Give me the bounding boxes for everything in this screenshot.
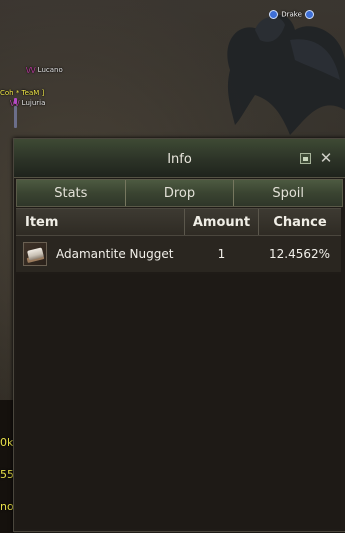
nameplate-lujuria-label: Lujuria bbox=[21, 99, 46, 107]
tab-stats[interactable]: Stats bbox=[17, 180, 125, 206]
nameplate-drake[interactable]: Drake bbox=[268, 10, 315, 20]
table-header: Item Amount Chance bbox=[16, 208, 341, 236]
window-title: Info bbox=[167, 152, 192, 167]
character-figure[interactable] bbox=[14, 106, 17, 128]
column-header-item[interactable]: Item bbox=[16, 209, 185, 235]
character-figure[interactable] bbox=[14, 98, 17, 104]
hud-text: 0k bbox=[0, 436, 14, 449]
alliance-badge-icon bbox=[305, 10, 315, 19]
nameplate-lucano-label: Lucano bbox=[37, 66, 63, 74]
item-chance: 12.4562% bbox=[268, 247, 331, 261]
nameplate-lucano[interactable]: \/\/ Lucano bbox=[26, 66, 63, 75]
nameplate-drake-label: Drake bbox=[281, 10, 302, 19]
tab-spoil[interactable]: Spoil bbox=[233, 180, 343, 206]
table-empty-area bbox=[16, 274, 341, 529]
column-header-chance[interactable]: Chance bbox=[259, 209, 341, 235]
table-row[interactable]: Adamantite Nugget 1 12.4562% bbox=[16, 236, 341, 272]
item-name: Adamantite Nugget bbox=[56, 247, 174, 261]
close-icon[interactable]: ✕ bbox=[319, 150, 333, 166]
clan-badge-icon bbox=[269, 10, 278, 19]
adamantite-nugget-icon[interactable] bbox=[23, 242, 47, 266]
lock-icon[interactable] bbox=[300, 153, 311, 164]
tab-drop[interactable]: Drop bbox=[124, 180, 234, 206]
hud-text: 55 bbox=[0, 468, 14, 481]
item-amount: 1 bbox=[217, 247, 226, 261]
item-cell: Adamantite Nugget bbox=[16, 242, 185, 266]
nameplate-team: Coh * TeaM ] bbox=[0, 89, 45, 97]
nameplate-lucano-prefix: \/\/ bbox=[26, 66, 36, 74]
tab-bar: Stats Drop Spoil bbox=[16, 179, 343, 207]
dragon-npc[interactable] bbox=[200, 0, 345, 140]
window-titlebar[interactable]: Info ✕ bbox=[14, 139, 345, 178]
column-header-amount[interactable]: Amount bbox=[185, 209, 259, 235]
info-window: Info ✕ Stats Drop Spoil Item Amount Chan… bbox=[13, 138, 345, 532]
